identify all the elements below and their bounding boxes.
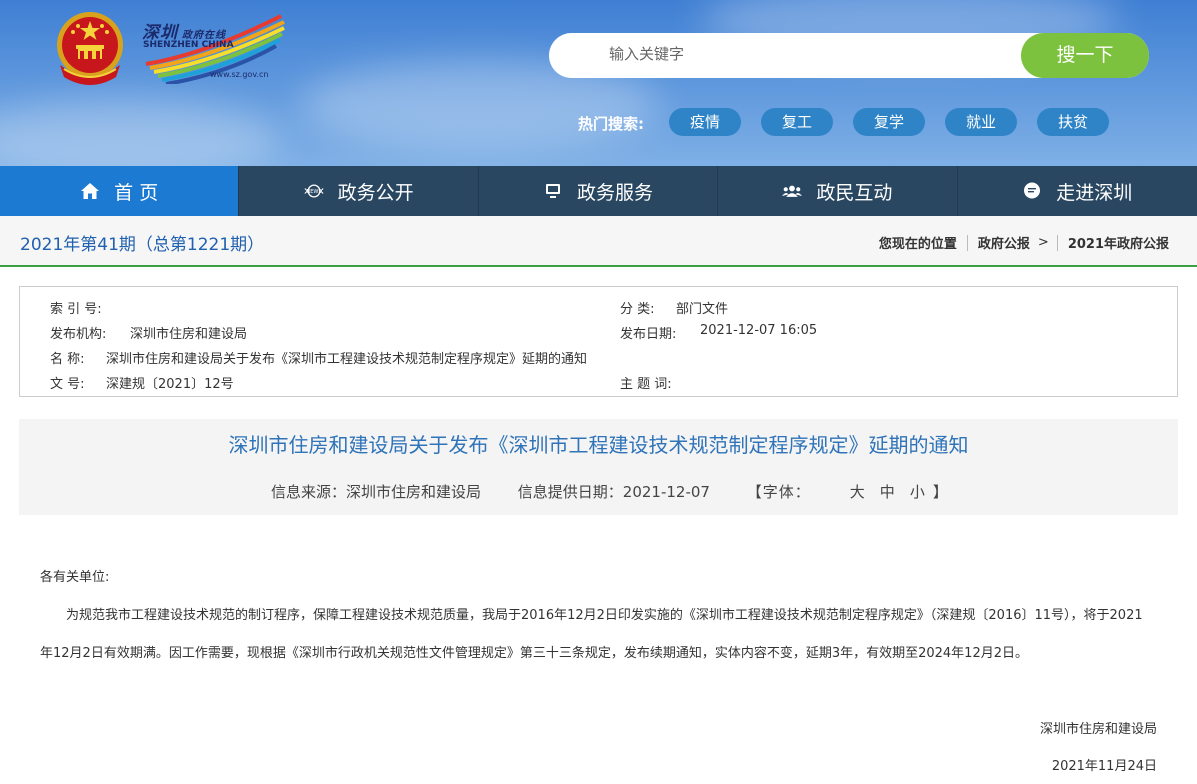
sign-date: 2021年11月24日 — [1051, 759, 1157, 774]
logo-url: www.sz.gov.cn — [210, 70, 269, 79]
nav-label: 政务公开 — [337, 181, 414, 204]
publish-date-label: 发布日期: — [620, 327, 677, 342]
publisher-value: 深圳市住房和建设局 — [130, 327, 248, 342]
location-label: 您现在的位置 — [878, 237, 957, 252]
search-button[interactable]: 搜一下 — [1021, 33, 1149, 78]
signature: 深圳市住房和建设局 — [1039, 722, 1157, 737]
font-small-button[interactable]: 小 — [910, 483, 926, 501]
category-label: 分 类: — [620, 302, 655, 317]
home-icon — [80, 181, 100, 201]
font-large-button[interactable]: 大 — [850, 483, 866, 501]
main-nav: 首 页 NEWS 政务公开 政务服务 政民互动 走进深圳 — [0, 166, 1197, 216]
nav-item-home[interactable]: 首 页 — [0, 166, 240, 216]
search-box: 搜一下 — [549, 33, 1149, 78]
nav-label: 政民互动 — [816, 181, 893, 204]
hot-tag-poverty-relief[interactable]: 扶贫 — [1037, 108, 1109, 136]
monitor-icon — [543, 181, 563, 201]
article-paragraph: 为规范我市工程建设技术规范的制订程序，保障工程建设技术规范质量，我局于2016年… — [40, 608, 1143, 661]
logo-subtitle: SHENZHEN CHINA — [143, 40, 234, 50]
hot-tag-resume-work[interactable]: 复工 — [761, 108, 833, 136]
nav-label: 首 页 — [114, 181, 159, 204]
breadcrumb-bar: 2021年第41期（总第1221期） 您现在的位置 政府公报 > 2021年政府… — [0, 216, 1197, 267]
breadcrumb-separator: > — [1037, 235, 1049, 250]
salutation: 各有关单位: — [40, 570, 110, 585]
font-label: 【字体： — [746, 483, 811, 501]
font-label-close: 】 — [932, 483, 949, 501]
doc-name-label: 名 称: — [50, 352, 85, 367]
breadcrumb-gazette[interactable]: 政府公报 — [978, 233, 1030, 252]
breadcrumb-gazette-2021[interactable]: 2021年政府公报 — [1068, 233, 1169, 252]
doc-number-label: 文 号: — [50, 377, 85, 392]
nav-label: 走进深圳 — [1056, 181, 1133, 204]
cloud-decoration — [0, 100, 280, 166]
divider — [966, 234, 968, 251]
divider — [1056, 234, 1058, 251]
people-icon — [782, 181, 803, 201]
article-meta: 信息来源：深圳市住房和建设局 信息提供日期：2021-12-07 【字体： 大中小… — [271, 481, 1013, 502]
info-source: 信息来源：深圳市住房和建设局 — [271, 483, 482, 501]
article-header: 深圳市住房和建设局关于发布《深圳市工程建设技术规范制定程序规定》延期的通知 信息… — [19, 419, 1178, 515]
font-medium-button[interactable]: 中 — [880, 483, 896, 501]
doc-name-value: 深圳市住房和建设局关于发布《深圳市工程建设技术规范制定程序规定》延期的通知 — [106, 352, 588, 367]
news-icon: NEWS — [304, 181, 324, 201]
nav-item-government-services[interactable]: 政务服务 — [478, 166, 719, 216]
publish-date-value: 2021-12-07 16:05 — [700, 323, 818, 338]
nav-item-about-shenzhen[interactable]: 走进深圳 — [957, 166, 1197, 216]
document-info-table: 索 引 号: 分 类: 部门文件 发布机构: 深圳市住房和建设局 发布日期: 2… — [19, 286, 1178, 397]
nav-item-government-affairs[interactable]: NEWS 政务公开 — [239, 166, 479, 216]
nav-item-interaction[interactable]: 政民互动 — [718, 166, 958, 216]
font-size-selector: 【字体： 大中小】 — [747, 483, 981, 501]
article-title: 深圳市住房和建设局关于发布《深圳市工程建设技术规范制定程序规定》延期的通知 — [228, 433, 969, 457]
national-emblem-icon[interactable] — [50, 7, 130, 87]
keyword-label: 主 题 词: — [620, 377, 672, 392]
doc-number-value: 深建规〔2021〕12号 — [106, 377, 234, 392]
hot-tag-epidemic[interactable]: 疫情 — [669, 108, 741, 136]
site-header: 深圳政府在线 SHENZHEN CHINA www.sz.gov.cn 搜一下 … — [0, 0, 1197, 166]
search-input[interactable] — [609, 45, 1009, 63]
hot-search-label: 热门搜索: — [578, 115, 644, 133]
chat-icon — [1022, 181, 1042, 201]
index-number-label: 索 引 号: — [50, 302, 102, 317]
info-provided-date: 信息提供日期：2021-12-07 — [517, 483, 710, 501]
publisher-label: 发布机构: — [50, 327, 107, 342]
hot-tag-resume-school[interactable]: 复学 — [853, 108, 925, 136]
breadcrumb: 您现在的位置 政府公报 > 2021年政府公报 — [879, 233, 1169, 252]
svg-text:NEWS: NEWS — [306, 189, 321, 195]
hot-tag-employment[interactable]: 就业 — [945, 108, 1017, 136]
nav-label: 政务服务 — [576, 181, 653, 204]
category-value: 部门文件 — [676, 302, 729, 317]
issue-number: 2021年第41期（总第1221期） — [20, 235, 265, 255]
